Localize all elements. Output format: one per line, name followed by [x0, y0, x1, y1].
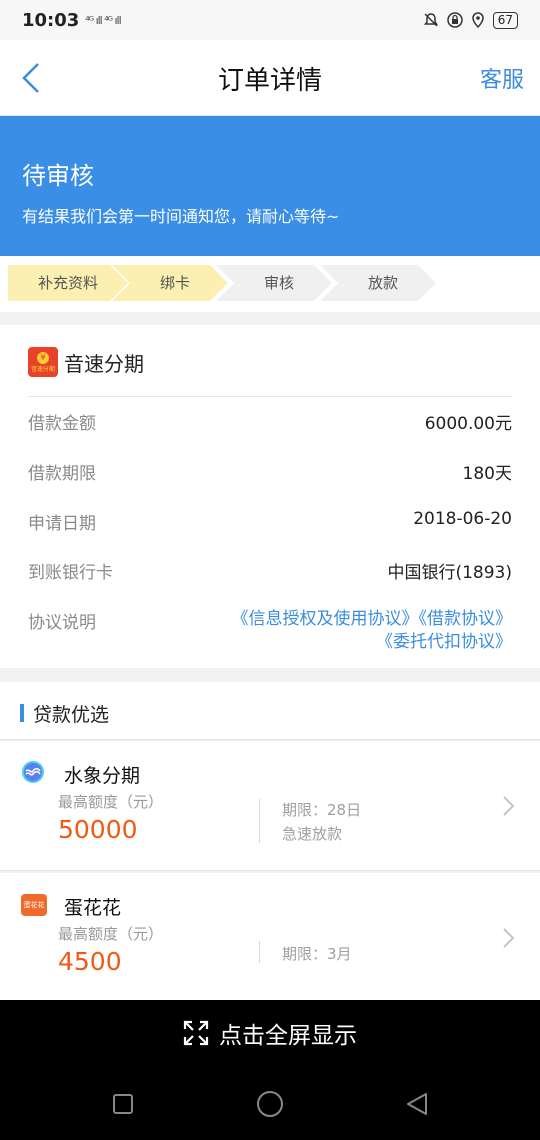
chevron-right-icon — [503, 928, 515, 948]
info-row-bank-card: 到账银行卡 中国银行(1893) — [28, 563, 512, 583]
product-term: 期限：3月 — [282, 945, 352, 963]
signal-icon: ⁴ᴳ ıll ⁴ᴳ ıll — [85, 13, 121, 27]
bell-muted-icon — [423, 13, 438, 27]
system-nav-keys — [0, 1088, 540, 1122]
lock-icon — [446, 12, 463, 28]
status-banner: 待审核 有结果我们会第一时间通知您，请耐心等待~ — [0, 116, 540, 256]
product-name: 蛋花花 — [64, 897, 122, 919]
status-bar: 10:03 ⁴ᴳ ıll ⁴ᴳ ıll 67 — [0, 0, 540, 40]
customer-service-link[interactable]: 客服 — [480, 62, 524, 94]
expand-icon — [183, 1020, 209, 1046]
danhuahua-logo-icon: 蛋花花 — [21, 894, 47, 916]
info-row-agreements: 协议说明 《信息授权及使用协议》《借款协议》 《委托代扣协议》 — [28, 608, 513, 654]
step-bind-card: 绑卡 — [112, 265, 228, 301]
limit-amount: 4500 — [58, 947, 122, 976]
home-circle-icon[interactable] — [255, 1089, 285, 1119]
product-card-shuixiang[interactable]: 水象分期 最高额度（元） 50000 期限：28日 急速放款 — [0, 741, 540, 871]
info-row-amount: 借款金额 6000.00元 — [28, 414, 512, 434]
product-term: 期限：28日 — [282, 801, 362, 819]
recommend-title: 贷款优选 — [33, 704, 110, 726]
brand-name: 音速分期 — [64, 351, 144, 376]
recommend-header: 贷款优选 — [0, 682, 540, 740]
yinsu-logo-icon: ¥ 音速分期 — [28, 347, 58, 377]
product-card-danhuahua[interactable]: 蛋花花 蛋花花 最高额度（元） 4500 期限：3月 — [0, 873, 540, 1000]
status-message: 有结果我们会第一时间通知您，请耐心等待~ — [22, 207, 340, 226]
shuixiang-logo-icon — [22, 761, 44, 783]
step-disburse: 放款 — [320, 265, 436, 301]
limit-label: 最高额度（元） — [58, 925, 164, 943]
progress-steps: 补充资料 绑卡 审核 放款 — [0, 256, 540, 312]
bottom-bar: 点击全屏显示 — [0, 1000, 540, 1140]
order-card: ¥ 音速分期 音速分期 借款金额 6000.00元 借款期限 180天 申请日期… — [0, 325, 540, 668]
recents-square-icon[interactable] — [112, 1093, 134, 1115]
limit-label: 最高额度（元） — [58, 793, 164, 811]
page-title: 订单详情 — [217, 66, 322, 96]
order-status: 待审核 — [22, 162, 94, 190]
info-row-date: 申请日期 2018-06-20 — [28, 509, 512, 534]
chevron-right-icon — [503, 796, 515, 816]
limit-amount: 50000 — [58, 815, 138, 844]
info-row-term: 借款期限 180天 — [28, 464, 512, 484]
agreement-link-withholding[interactable]: 《委托代扣协议》 — [376, 632, 512, 652]
agreement-link-authorization[interactable]: 《信息授权及使用协议》 — [232, 609, 419, 629]
fullscreen-label: 点击全屏显示 — [219, 1023, 357, 1049]
battery-indicator: 67 — [492, 11, 518, 29]
agreement-link-loan[interactable]: 《借款协议》 — [419, 609, 513, 629]
product-feature: 急速放款 — [282, 825, 343, 843]
nav-bar: 订单详情 客服 — [0, 40, 540, 116]
back-triangle-icon[interactable] — [404, 1091, 430, 1117]
step-review: 审核 — [216, 265, 332, 301]
divider — [28, 396, 512, 397]
step-supplement: 补充资料 — [8, 265, 128, 301]
product-name: 水象分期 — [64, 765, 141, 787]
divider — [259, 799, 260, 843]
status-time: 10:03 — [22, 9, 80, 31]
fullscreen-button[interactable]: 点击全屏显示 — [0, 1016, 540, 1050]
agreement-links: 《信息授权及使用协议》《借款协议》 《委托代扣协议》 — [232, 608, 513, 654]
divider — [259, 941, 260, 963]
section-marker — [20, 704, 24, 722]
status-icons: 67 — [423, 11, 518, 29]
order-brand: ¥ 音速分期 音速分期 — [28, 347, 144, 377]
location-icon — [471, 12, 484, 28]
